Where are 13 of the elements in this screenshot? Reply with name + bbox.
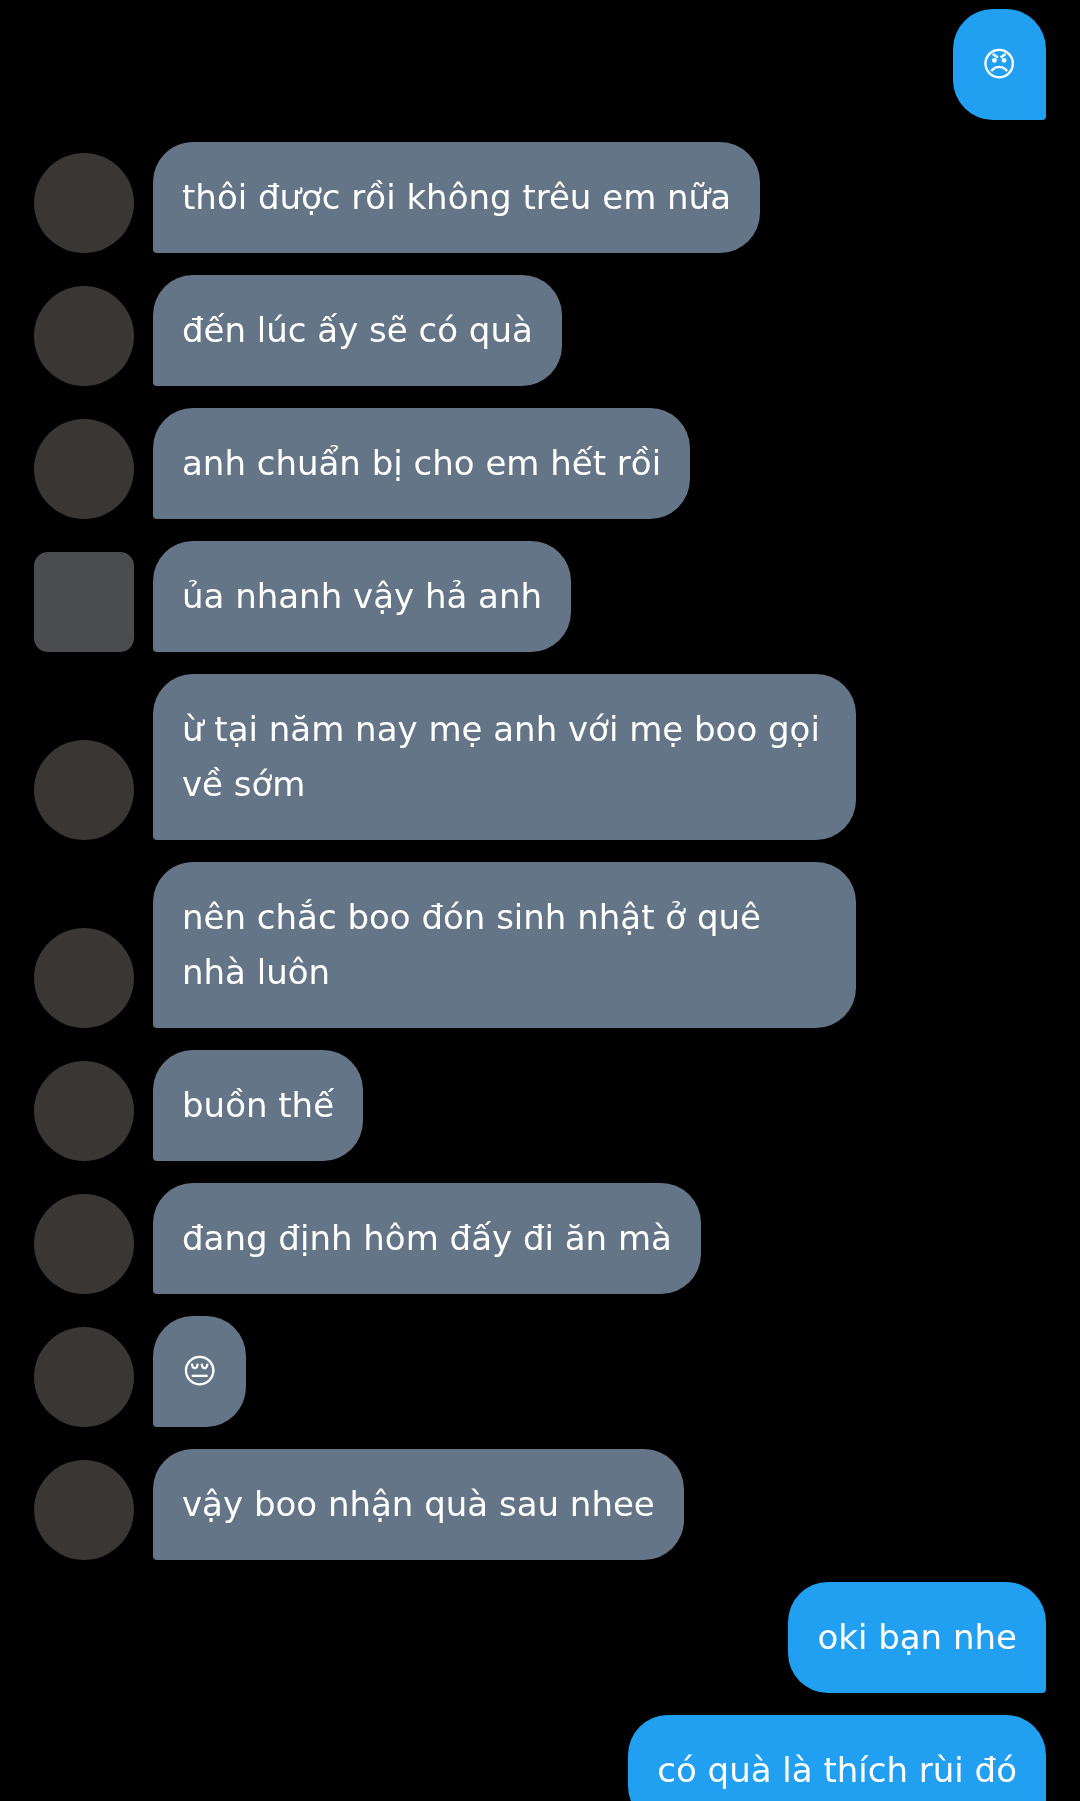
message-bubble: vậy boo nhận quà sau nhee bbox=[153, 1449, 684, 1560]
message-bubble: 😠 bbox=[952, 9, 1046, 120]
message-bubble: oki bạn nhe bbox=[788, 1582, 1046, 1693]
message-bubble: ủa nhanh vậy hả anh bbox=[153, 541, 572, 652]
message-bubble: thôi được rồi không trêu em nữa bbox=[153, 142, 760, 253]
message-bubble: có quà là thích rùi đó bbox=[628, 1715, 1046, 1801]
message-bubble: đến lúc ấy sẽ có quà bbox=[153, 275, 562, 386]
message-bubble: 😔 bbox=[153, 1316, 247, 1427]
message-bubble: đang định hôm đấy đi ăn mà bbox=[153, 1183, 701, 1294]
message-bubble: anh chuẩn bị cho em hết rồi bbox=[153, 408, 691, 519]
message-bubble: nên chắc boo đón sinh nhật ở quê nhà luôn bbox=[153, 862, 856, 1028]
message-bubble: buồn thế bbox=[153, 1050, 364, 1161]
message-bubble: ừ tại năm nay mẹ anh với mẹ boo gọi về sớm bbox=[153, 674, 856, 840]
